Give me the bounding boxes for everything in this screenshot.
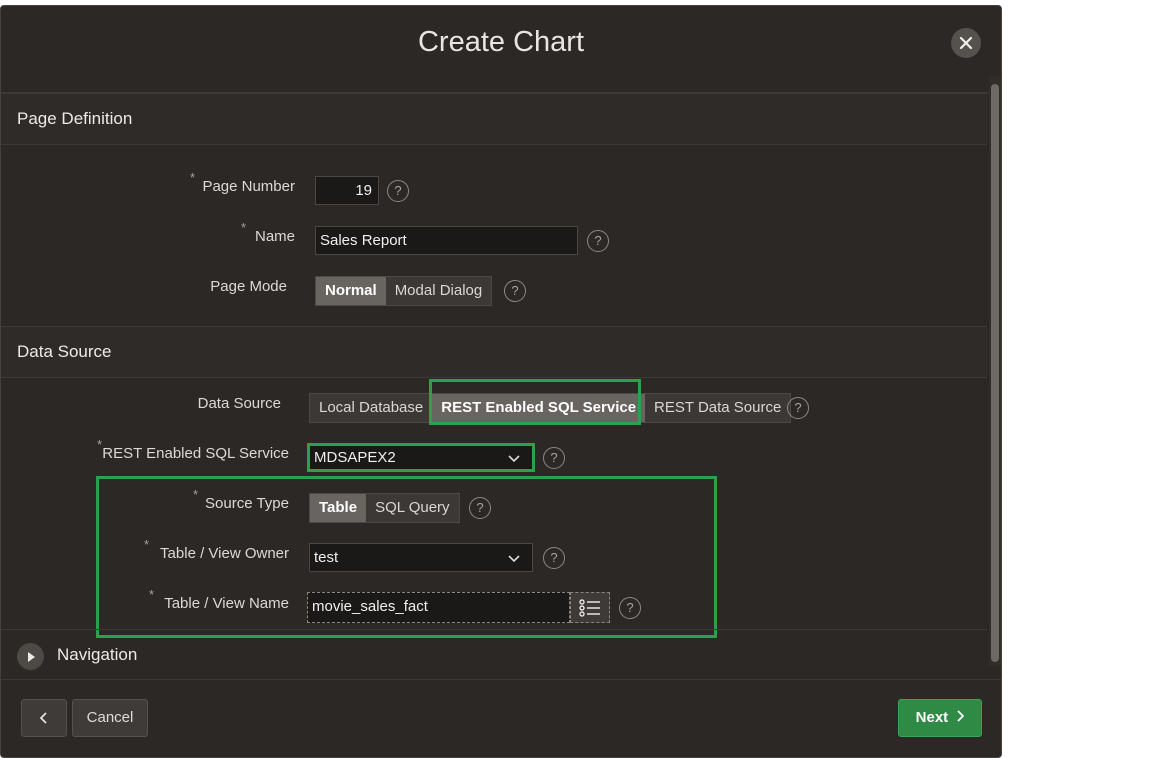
data-source-option-rest-data-source[interactable]: REST Data Source (645, 394, 790, 422)
play-arrow-icon (27, 651, 35, 662)
source-type-option-table[interactable]: Table (310, 494, 367, 522)
section-title-data-source: Data Source (17, 342, 112, 361)
back-button[interactable] (21, 699, 67, 737)
next-button[interactable]: Next (898, 699, 982, 737)
page-mode-option-normal[interactable]: Normal (316, 277, 386, 305)
create-chart-dialog: Create Chart Page Definition * Page Numb… (0, 5, 1002, 758)
page-number-input[interactable]: 19 (315, 176, 379, 205)
highlight-rest-enabled-option (429, 379, 641, 425)
page-number-label: Page Number (202, 178, 295, 195)
help-icon[interactable]: ? (543, 447, 565, 469)
data-source-option-local-database[interactable]: Local Database (310, 394, 432, 422)
data-source-section-header: Data Source (1, 326, 987, 378)
help-icon[interactable]: ? (587, 230, 609, 252)
highlight-rest-service (307, 443, 535, 472)
list-icon (579, 598, 600, 617)
name-input[interactable]: Sales Report (315, 226, 578, 255)
section-title-page-definition: Page Definition (17, 109, 133, 128)
dialog-header: Create Chart (1, 6, 1001, 93)
chevron-left-icon (39, 712, 47, 724)
table-view-name-input[interactable]: movie_sales_fact (307, 592, 570, 623)
page-mode-option-modal-dialog[interactable]: Modal Dialog (386, 277, 492, 305)
help-icon[interactable]: ? (387, 180, 409, 202)
help-icon[interactable]: ? (619, 597, 641, 619)
help-icon[interactable]: ? (469, 497, 491, 519)
table-view-name-label: Table / View Name (164, 595, 289, 612)
scrollbar[interactable] (989, 76, 1001, 666)
list-picker-button[interactable] (570, 592, 610, 623)
section-title-navigation: Navigation (57, 645, 138, 664)
close-icon (959, 36, 973, 50)
next-button-label: Next (915, 709, 949, 726)
dialog-title: Create Chart (417, 26, 584, 58)
table-owner-label: Table / View Owner (160, 545, 289, 562)
source-type-toggle: Table SQL Query (309, 493, 460, 523)
table-owner-value: test (314, 549, 339, 566)
page-definition-section-header: Page Definition (1, 93, 987, 145)
page-mode-label: Page Mode (210, 278, 287, 295)
table-owner-select[interactable]: test (309, 543, 533, 572)
help-icon[interactable]: ? (787, 397, 809, 419)
scrollbar-thumb[interactable] (991, 84, 999, 662)
page-mode-toggle: Normal Modal Dialog (315, 276, 493, 306)
help-icon[interactable]: ? (504, 280, 526, 302)
dialog-footer: Cancel Next (1, 679, 1001, 757)
data-source-label: Data Source (197, 395, 281, 412)
cancel-button[interactable]: Cancel (72, 699, 148, 737)
help-icon[interactable]: ? (543, 547, 565, 569)
chevron-right-icon (957, 710, 965, 722)
rest-service-label: REST Enabled SQL Service (102, 445, 289, 462)
close-button[interactable] (951, 28, 981, 58)
source-type-option-sql-query[interactable]: SQL Query (366, 494, 458, 522)
navigation-section[interactable]: Navigation (1, 629, 987, 679)
expand-toggle[interactable] (17, 643, 44, 670)
chevron-down-icon (508, 555, 520, 563)
name-label: Name (254, 228, 295, 245)
source-type-label: Source Type (205, 495, 289, 512)
